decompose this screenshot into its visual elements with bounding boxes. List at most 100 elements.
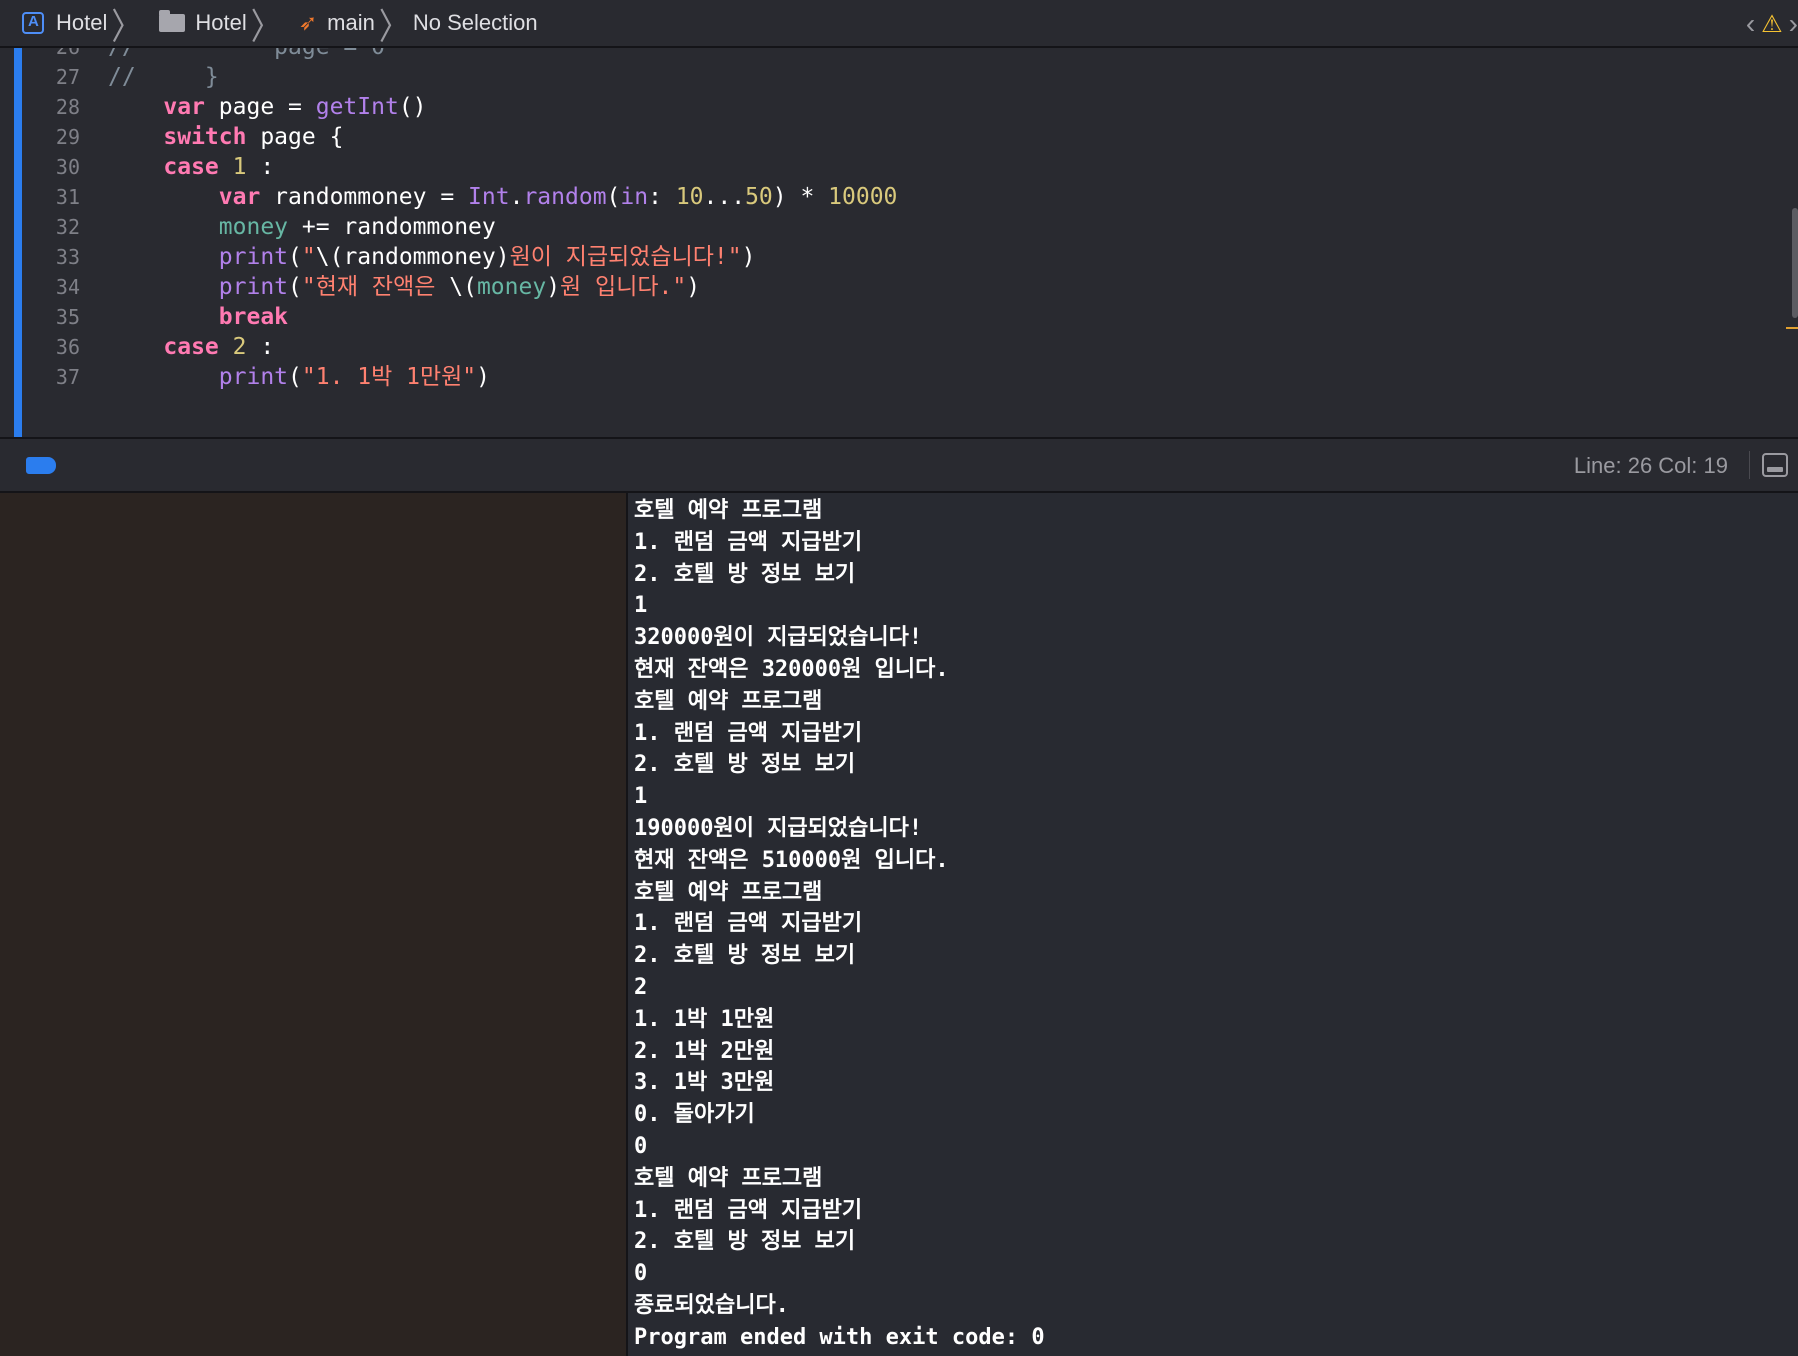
code-token: money (218, 214, 289, 240)
code-text: print("현재 잔액은 \(money)원 입니다.") (108, 270, 700, 304)
console-line: 3. 1박 3만원 (634, 1070, 775, 1096)
code-token: : (246, 154, 275, 180)
code-text: case 1 : (108, 150, 274, 184)
console-line: 호텔 예약 프로그램 (634, 1165, 823, 1191)
code-text: print("1. 1박 1만원") (108, 360, 490, 394)
breakpoint-toggle-icon[interactable] (26, 457, 56, 474)
code-text: break (108, 300, 288, 334)
code-text: money += randommoney (108, 210, 496, 244)
code-line[interactable]: 37 print("1. 1박 1만원") (0, 360, 1780, 394)
console-line: 1. 랜덤 금액 지급받기 (634, 1197, 863, 1223)
console-line: 호텔 예약 프로그램 (634, 879, 823, 905)
code-token: print (218, 364, 289, 390)
code-token: switch (163, 124, 247, 150)
code-text: print("\(randommoney)원이 지급되었습니다!") (108, 240, 756, 274)
code-token: "현재 잔액은 (301, 274, 450, 300)
code-token: \(randommoney) (315, 244, 510, 270)
cursor-position: Line: 26 Col: 19 (1573, 453, 1728, 478)
code-text: switch page { (108, 120, 343, 154)
console-line: 1. 랜덤 금액 지급받기 (634, 720, 863, 746)
line-number: 29 (55, 125, 80, 149)
jump-bar: Hotel 〉 Hotel 〉 ➶ main 〉 No Selection ‹ … (0, 0, 1798, 48)
code-token: ( (288, 244, 302, 270)
warning-icon[interactable]: ⚠ (1761, 10, 1783, 39)
console-line: 1. 랜덤 금액 지급받기 (634, 911, 863, 937)
breadcrumb-project-label: Hotel (56, 10, 108, 35)
code-token: += randommoney (288, 214, 496, 240)
code-text: var page = getInt() (108, 90, 426, 124)
swift-file-icon: ➶ (298, 10, 318, 35)
console-line: 1 (634, 784, 648, 810)
console-output[interactable]: 호텔 예약 프로그램 1. 랜덤 금액 지급받기 2. 호텔 방 정보 보기 1 320… (628, 493, 1798, 1356)
breadcrumb-folder-label: Hotel (195, 10, 247, 35)
code-line[interactable]: 28 var page = getInt() (0, 90, 1780, 124)
console-line: 320000원이 지급되었습니다! (634, 625, 923, 651)
code-line[interactable]: 33 print("\(randommoney)원이 지급되었습니다!") (0, 240, 1780, 274)
code-line[interactable]: 27 // } (0, 60, 1780, 94)
source-editor[interactable]: 26// page = 027// }28 var page = getInt(… (0, 48, 1798, 437)
toggle-console-icon[interactable] (1762, 453, 1788, 477)
line-number: 27 (55, 65, 80, 89)
line-number: 34 (55, 275, 80, 299)
console-line: Program ended with exit code: 0 (634, 1324, 1045, 1350)
issue-marker (1786, 327, 1798, 329)
line-number: 31 (55, 185, 80, 209)
breadcrumb-file[interactable]: ➶ main (285, 10, 375, 36)
code-token: ) (476, 364, 491, 390)
breadcrumb-file-label: main (327, 10, 375, 35)
line-number: 33 (55, 245, 80, 269)
line-number: 37 (55, 365, 80, 389)
chevron-right-icon[interactable]: › (1789, 8, 1798, 40)
console-line: 현재 잔액은 510000원 입니다. (634, 847, 949, 873)
code-line[interactable]: 36 case 2 : (0, 330, 1780, 364)
code-token: 2 (232, 334, 247, 360)
line-number: 35 (55, 305, 80, 329)
console-line: 호텔 예약 프로그램 (634, 498, 823, 523)
editor-scrollbar[interactable] (1792, 208, 1798, 318)
app-project-icon (22, 12, 44, 34)
code-text: // } (108, 60, 219, 94)
code-line[interactable]: 35 break (0, 300, 1780, 334)
code-token: page = (204, 94, 316, 120)
debug-bar: Line: 26 Col: 19 (0, 437, 1798, 493)
chevron-left-icon[interactable]: ‹ (1746, 8, 1755, 40)
console-line: 호텔 예약 프로그램 (634, 688, 823, 714)
code-line[interactable]: 31 var randommoney = Int.random(in: 10..… (0, 180, 1780, 214)
issue-navigation: ‹ ⚠ › (1746, 0, 1798, 48)
code-line[interactable]: 32 money += randommoney (0, 210, 1780, 244)
console-line: 1 (634, 593, 648, 619)
code-token: 10 (675, 184, 704, 210)
line-number: 28 (55, 95, 80, 119)
code-token: : (648, 184, 676, 210)
code-token: ) (686, 274, 701, 300)
breadcrumb-selection[interactable]: No Selection (413, 10, 538, 36)
console-line: 0 (634, 1261, 648, 1287)
code-token: " (301, 244, 316, 270)
code-token: 1 (232, 154, 247, 180)
code-line[interactable]: 29 switch page { (0, 120, 1780, 154)
breadcrumb-folder[interactable]: Hotel (145, 10, 247, 36)
code-token: print (218, 244, 289, 270)
code-line[interactable]: 34 print("현재 잔액은 \(money)원 입니다.") (0, 270, 1780, 304)
code-token: \( (449, 274, 477, 300)
line-number: 36 (55, 335, 80, 359)
code-token: money (476, 274, 547, 300)
console-line: 2. 호텔 방 정보 보기 (634, 561, 856, 587)
code-line[interactable]: 30 case 1 : (0, 150, 1780, 184)
code-token: in (620, 184, 649, 210)
breadcrumb-project[interactable]: Hotel (0, 10, 107, 36)
folder-icon (159, 10, 186, 32)
code-token: ) (741, 244, 756, 270)
code-token: var (163, 94, 205, 120)
code-text: var randommoney = Int.random(in: 10...50… (108, 180, 898, 214)
divider (1749, 451, 1750, 479)
code-token: page { (246, 124, 344, 150)
